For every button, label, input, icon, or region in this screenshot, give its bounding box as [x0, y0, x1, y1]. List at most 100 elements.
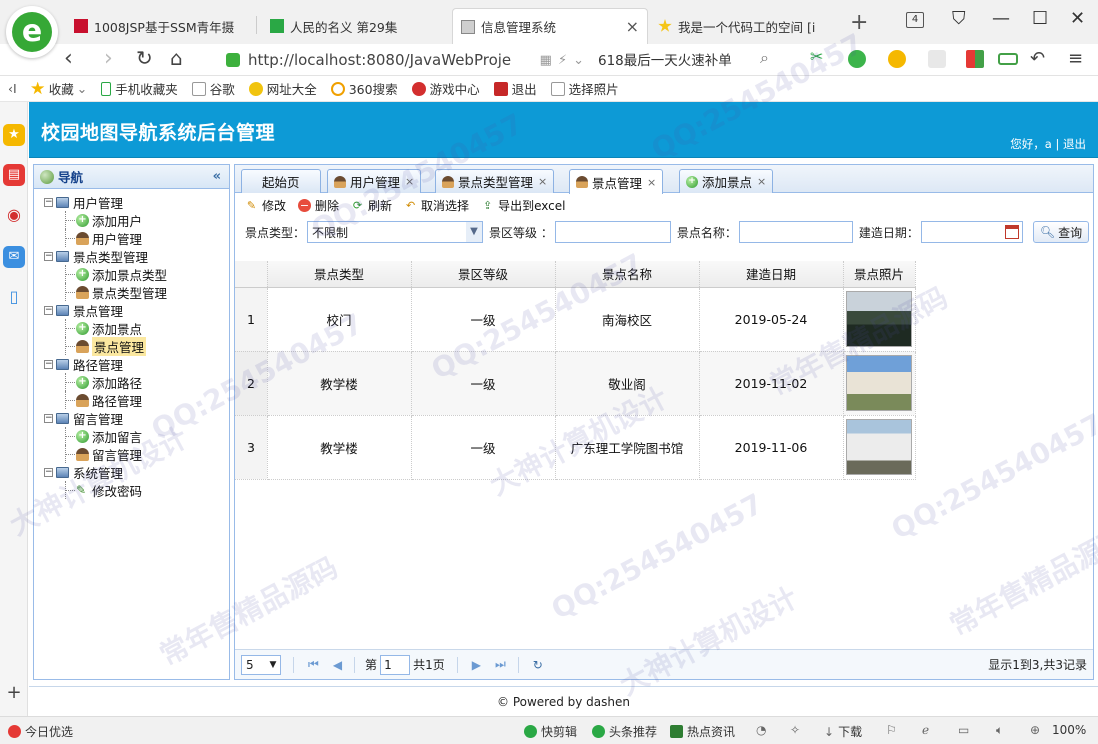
page-size-select[interactable]: 5 ▼: [241, 654, 281, 675]
column-header-level[interactable]: 景区等级: [411, 261, 556, 288]
logout-link[interactable]: 退出: [1063, 137, 1086, 151]
chevron-down-icon[interactable]: ▼: [466, 222, 483, 242]
tree-group-messages[interactable]: − 留言管理: [44, 409, 229, 427]
undo-icon[interactable]: ↶: [1030, 48, 1045, 69]
url-text[interactable]: http://localhost:8080/JavaWebProje: [248, 51, 534, 69]
window-icon[interactable]: ▭: [958, 723, 969, 737]
bookmark-select-photo[interactable]: 选择照片: [550, 79, 619, 98]
tree-item-user-manage[interactable]: 用户管理: [44, 229, 229, 247]
tree-item-add-user[interactable]: + 添加用户: [44, 211, 229, 229]
spot-name-input[interactable]: [738, 221, 853, 243]
tree-item-add-message[interactable]: + 添加留言: [44, 427, 229, 445]
scenic-level-input[interactable]: [554, 221, 671, 243]
home-icon[interactable]: ⌂: [170, 46, 183, 70]
browser-tab-2[interactable]: 人民的名义 第29集: [262, 8, 448, 44]
tree-item-path-manage[interactable]: 路径管理: [44, 391, 229, 409]
tab-spot-type-manage[interactable]: 景点类型管理 ×: [435, 169, 555, 193]
search-icon[interactable]: ⌕: [760, 48, 769, 68]
translate-icon[interactable]: [848, 50, 866, 68]
edit-button[interactable]: ✎ 修改: [245, 197, 286, 214]
collapse-icon[interactable]: «: [213, 169, 221, 184]
chevron-down-icon[interactable]: ▼: [266, 660, 280, 670]
tree-item-change-password[interactable]: ✎ 修改密码: [44, 481, 229, 499]
collapse-node-icon[interactable]: −: [44, 359, 53, 369]
status-hot-news[interactable]: 热点资讯: [670, 723, 735, 740]
browser-tab-1[interactable]: 1008JSP基于SSM青年摄: [66, 8, 252, 44]
unselect-button[interactable]: ↶ 取消选择: [404, 197, 469, 214]
calendar-icon[interactable]: [1004, 225, 1019, 239]
speed-icon[interactable]: ◔: [756, 723, 766, 737]
forward-icon[interactable]: ›: [104, 46, 113, 71]
bookmark-favorites[interactable]: 收藏 ⌄: [30, 79, 87, 98]
lightning-icon[interactable]: ⚡: [558, 53, 567, 68]
browser-logo[interactable]: e: [6, 6, 58, 58]
close-tab-icon[interactable]: ×: [647, 176, 656, 189]
column-header-photo[interactable]: 景点照片: [843, 261, 916, 288]
collapse-node-icon[interactable]: −: [44, 413, 53, 423]
tree-group-users[interactable]: − 用户管理: [44, 193, 229, 211]
status-headline[interactable]: 头条推荐: [592, 723, 657, 740]
mail-icon[interactable]: ✉: [3, 246, 25, 268]
bookmark-games[interactable]: 游戏中心: [411, 79, 480, 98]
first-page-icon[interactable]: ⏮: [308, 657, 319, 672]
delete-button[interactable]: − 删除: [298, 197, 339, 214]
bookmark-exit[interactable]: 退出: [493, 79, 537, 98]
collapse-node-icon[interactable]: −: [44, 251, 53, 261]
tree-item-add-spot-type[interactable]: + 添加景点类型: [44, 265, 229, 283]
flag-icon[interactable]: ⚐: [886, 723, 897, 737]
apps-icon[interactable]: [966, 50, 984, 68]
pin-icon[interactable]: ✧: [790, 723, 800, 737]
table-row[interactable]: 2 教学楼 一级 敬业阁 2019-11-02: [235, 351, 916, 416]
collapse-node-icon[interactable]: −: [44, 467, 53, 477]
status-today-picks[interactable]: 今日优选: [8, 723, 73, 740]
weibo-icon[interactable]: ◉: [3, 204, 25, 226]
export-excel-button[interactable]: ⇪ 导出到excel: [481, 197, 566, 214]
next-page-icon[interactable]: ▶: [472, 658, 481, 672]
address-bar[interactable]: http://localhost:8080/JavaWebProje ▦ ⚡ ⌄: [226, 46, 584, 74]
zoom-icon[interactable]: ⊕: [1030, 723, 1040, 737]
close-tab-icon[interactable]: ×: [538, 175, 547, 188]
bookmark-360[interactable]: 360搜索: [330, 79, 398, 98]
scissors-icon[interactable]: ✂: [810, 47, 828, 66]
tree-item-add-spot[interactable]: + 添加景点: [44, 319, 229, 337]
browser-tab-3-active[interactable]: 信息管理系统 ×: [452, 8, 648, 44]
refresh-button[interactable]: ⟳ 刷新: [351, 197, 392, 214]
tree-group-spots[interactable]: − 景点管理: [44, 301, 229, 319]
collapse-node-icon[interactable]: −: [44, 305, 53, 315]
tree-group-paths[interactable]: − 路径管理: [44, 355, 229, 373]
column-header-type[interactable]: 景点类型: [267, 261, 412, 288]
table-row[interactable]: 3 教学楼 一级 广东理工学院图书馆 2019-11-06: [235, 415, 916, 480]
prev-page-icon[interactable]: ◀: [333, 658, 342, 672]
image-icon[interactable]: [928, 50, 946, 68]
favorites-star-icon[interactable]: ★: [3, 124, 25, 146]
bookmark-sites[interactable]: 网址大全: [248, 79, 317, 98]
tab-count-badge[interactable]: 4: [906, 12, 924, 28]
spot-photo-thumbnail[interactable]: [846, 355, 912, 411]
maximize-icon[interactable]: ☐: [1032, 8, 1048, 29]
search-box[interactable]: 618最后一天火速补单: [598, 49, 732, 69]
collapse-node-icon[interactable]: −: [44, 197, 53, 207]
tab-add-spot[interactable]: + 添加景点 ×: [679, 169, 774, 193]
browser-tab-4[interactable]: 我是一个代码工的空间 [i: [650, 8, 836, 44]
bookmark-google[interactable]: 谷歌: [191, 79, 235, 98]
tab-user-manage[interactable]: 用户管理 ×: [327, 169, 422, 193]
chevron-down-icon[interactable]: ⌄: [573, 53, 584, 68]
coupon-icon[interactable]: [888, 50, 906, 68]
ie-icon[interactable]: ℯ: [922, 723, 929, 737]
add-icon[interactable]: +: [3, 682, 25, 704]
close-tab-icon[interactable]: ×: [757, 175, 766, 188]
sidebar-toggle-icon[interactable]: ‹I: [8, 81, 17, 96]
back-icon[interactable]: ‹: [64, 46, 73, 71]
build-date-input[interactable]: [920, 221, 1023, 243]
menu-icon[interactable]: ≡: [1068, 48, 1083, 69]
new-tab-button[interactable]: +: [850, 10, 868, 35]
spot-type-select[interactable]: 不限制 ▼: [307, 221, 484, 243]
zoom-level[interactable]: 100%: [1052, 723, 1086, 737]
search-button[interactable]: 🔍︎ 查询: [1032, 221, 1090, 243]
close-tab-icon[interactable]: ×: [620, 17, 639, 36]
document-icon[interactable]: ▯: [3, 286, 25, 308]
close-tab-icon[interactable]: ×: [405, 175, 414, 188]
spot-photo-thumbnail[interactable]: [846, 291, 912, 347]
shirt-skin-icon[interactable]: ⛉: [952, 8, 966, 29]
tab-spot-manage[interactable]: 景点管理 ×: [569, 169, 664, 194]
